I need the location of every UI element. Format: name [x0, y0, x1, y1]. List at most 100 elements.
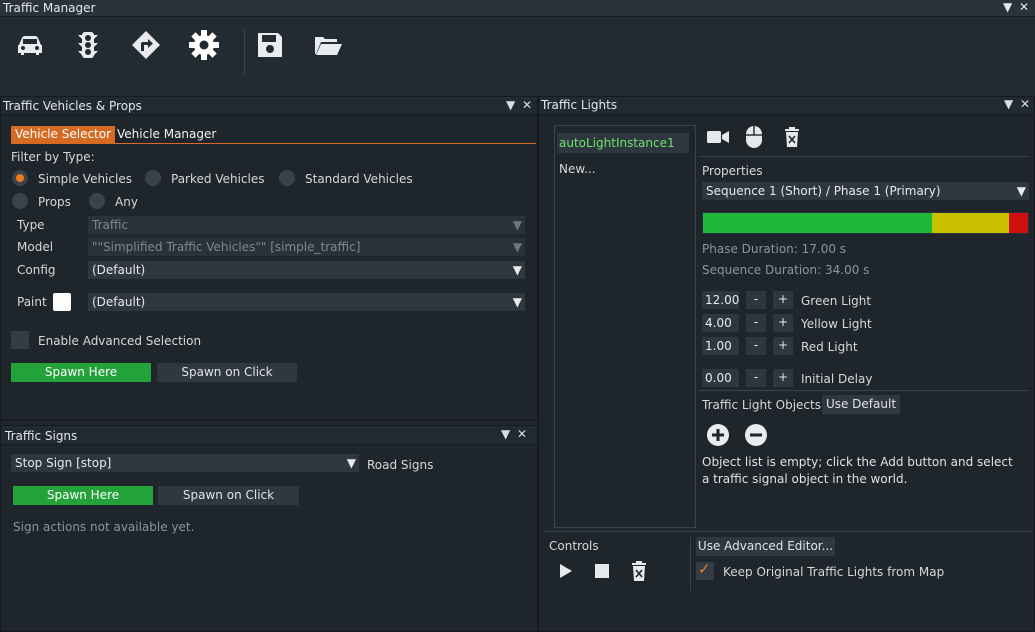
close-icon[interactable]: ✕ [517, 427, 527, 441]
sequence-duration: Sequence Duration: 34.00 s [702, 263, 870, 277]
sign-category-label: Road Signs [367, 458, 434, 472]
radio-standard-vehicles[interactable] [279, 170, 295, 186]
delete-icon[interactable] [784, 127, 800, 147]
red-duration-input[interactable]: 1.00 [702, 337, 739, 355]
collapse-icon[interactable]: ▼ [1003, 0, 1012, 14]
red-increment-button[interactable]: + [773, 337, 793, 355]
delay-increment-button[interactable]: + [773, 369, 793, 387]
save-icon[interactable] [254, 29, 286, 61]
radio-any[interactable] [89, 193, 105, 209]
direction-sign-icon[interactable] [130, 29, 162, 61]
paint-combo[interactable]: (Default) ▼ [88, 293, 525, 311]
signs-panel-title: Traffic Signs [5, 429, 78, 443]
yellow-duration-input[interactable]: 4.00 [702, 314, 739, 332]
collapse-icon[interactable]: ▼ [501, 427, 510, 441]
sequence-value: Sequence 1 (Short) / Phase 1 (Primary) [706, 184, 941, 198]
yellow-decrement-button[interactable]: - [746, 314, 766, 332]
add-icon[interactable] [706, 423, 730, 447]
phase-duration: Phase Duration: 17.00 s [702, 242, 847, 256]
config-label: Config [17, 263, 56, 277]
instance-name: autoLightInstance1 [559, 136, 675, 150]
use-default-button[interactable]: Use Default [822, 395, 900, 414]
radio-simple-vehicles[interactable] [12, 170, 28, 186]
red-light-label: Red Light [801, 340, 858, 354]
green-light-label: Green Light [801, 294, 872, 308]
keep-original-label: Keep Original Traffic Lights from Map [723, 565, 945, 579]
config-combo[interactable]: (Default) ▼ [88, 261, 525, 279]
keep-original-checkbox[interactable] [696, 560, 714, 580]
window-title: Traffic Manager [3, 1, 96, 15]
phase-bar-yellow [932, 213, 1009, 233]
green-duration-input[interactable]: 12.00 [702, 291, 739, 309]
stop-icon[interactable] [595, 564, 609, 578]
gear-icon[interactable] [188, 29, 220, 61]
chevron-down-icon: ▼ [512, 240, 522, 254]
green-decrement-button[interactable]: - [746, 291, 766, 309]
traffic-light-icon[interactable] [72, 29, 104, 61]
vehicles-panel-header: Traffic Vehicles & Props ▼ ✕ [1, 97, 537, 115]
close-icon[interactable]: ✕ [1020, 97, 1030, 111]
chevron-down-icon: ▼ [1016, 184, 1026, 198]
remove-icon[interactable] [744, 423, 768, 447]
spawn-on-click-button[interactable]: Spawn on Click [157, 363, 297, 382]
camera-icon[interactable] [707, 129, 729, 145]
advanced-selection-checkbox[interactable] [11, 331, 29, 349]
tab-vehicle-selector[interactable]: Vehicle Selector [11, 126, 116, 143]
sign-spawn-on-click-button[interactable]: Spawn on Click [158, 486, 299, 505]
advanced-editor-button[interactable]: Use Advanced Editor... [696, 537, 835, 556]
vehicles-panel: Traffic Vehicles & Props ▼ ✕ Vehicle Sel… [0, 96, 538, 421]
model-label: Model [17, 240, 54, 254]
toolbar [0, 17, 1035, 96]
phase-bar [702, 212, 1029, 234]
vehicle-tabs: Vehicle Selector Vehicle Manager [11, 126, 536, 144]
signs-panel: Traffic Signs ▼ ✕ Stop Sign [stop] ▼ Roa… [0, 425, 538, 632]
advanced-selection-label: Enable Advanced Selection [38, 334, 202, 348]
chevron-down-icon: ▼ [346, 456, 356, 470]
collapse-icon[interactable]: ▼ [506, 98, 515, 112]
instance-list: autoLightInstance1 New... [554, 125, 696, 528]
spawn-here-button[interactable]: Spawn Here [11, 363, 151, 382]
new-instance-item[interactable]: New... [559, 162, 596, 176]
mouse-icon[interactable] [745, 125, 763, 149]
divider [543, 531, 1033, 532]
sign-spawn-here-button[interactable]: Spawn Here [13, 486, 153, 505]
phase-bar-green [703, 213, 933, 233]
window-titlebar: Traffic Manager ▼ ✕ [0, 0, 1035, 17]
delay-decrement-button[interactable]: - [746, 369, 766, 387]
car-icon[interactable] [14, 29, 46, 61]
signs-panel-header: Traffic Signs ▼ ✕ [1, 426, 537, 445]
green-increment-button[interactable]: + [773, 291, 793, 309]
yellow-increment-button[interactable]: + [773, 314, 793, 332]
divider [699, 390, 1029, 391]
tab-vehicle-manager[interactable]: Vehicle Manager [113, 126, 220, 143]
vehicles-panel-title: Traffic Vehicles & Props [3, 99, 142, 113]
radio-parked-vehicles[interactable] [145, 170, 161, 186]
collapse-icon[interactable]: ▼ [1004, 97, 1013, 111]
type-value: Traffic [92, 218, 129, 232]
close-icon[interactable]: ✕ [522, 98, 532, 112]
red-decrement-button[interactable]: - [746, 337, 766, 355]
chevron-down-icon: ▼ [512, 263, 522, 277]
initial-delay-input[interactable]: 0.00 [702, 369, 739, 387]
close-icon[interactable]: ✕ [1019, 0, 1029, 14]
type-combo[interactable]: Traffic ▼ [88, 216, 525, 234]
play-icon[interactable] [559, 563, 573, 579]
sign-combo[interactable]: Stop Sign [stop] ▼ [11, 454, 359, 472]
paint-color-swatch[interactable] [53, 293, 71, 311]
light-objects-label: Traffic Light Objects [702, 398, 821, 412]
sign-note: Sign actions not available yet. [13, 520, 195, 534]
empty-list-message: Object list is empty; click the Add butt… [702, 455, 1013, 486]
initial-delay-label: Initial Delay [801, 372, 873, 386]
delete-icon[interactable] [631, 561, 647, 581]
model-combo[interactable]: ""Simplified Traffic Vehicles"" [simple_… [88, 238, 525, 256]
phase-bar-red [1008, 213, 1028, 233]
properties-label: Properties [702, 164, 763, 178]
sequence-combo[interactable]: Sequence 1 (Short) / Phase 1 (Primary) ▼ [702, 182, 1029, 200]
radio-parked-vehicles-label: Parked Vehicles [171, 172, 265, 186]
yellow-light-label: Yellow Light [801, 317, 872, 331]
radio-props[interactable] [12, 193, 28, 209]
chevron-down-icon: ▼ [512, 218, 522, 232]
paint-label: Paint [17, 295, 47, 309]
folder-open-icon[interactable] [312, 29, 344, 61]
list-item-selected[interactable]: autoLightInstance1 [557, 133, 689, 153]
